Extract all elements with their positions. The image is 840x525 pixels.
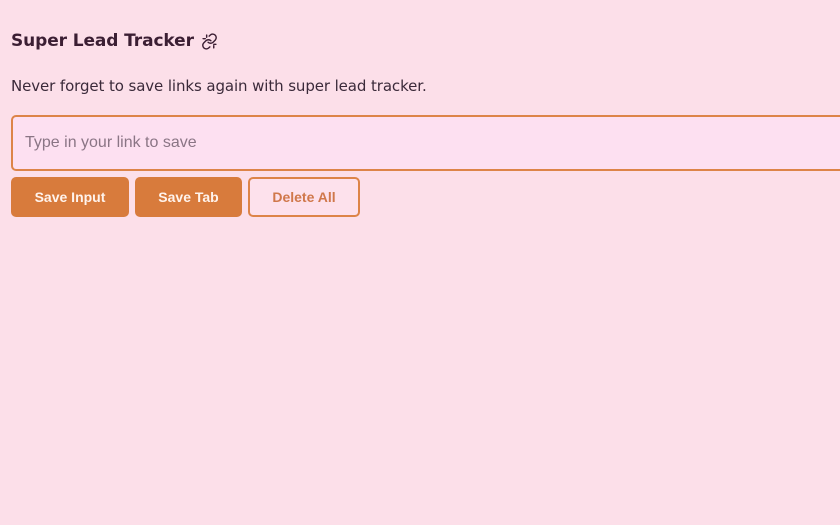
save-tab-button[interactable]: Save Tab <box>135 177 242 217</box>
link-icon <box>201 32 218 50</box>
delete-all-button[interactable]: Delete All <box>248 177 360 217</box>
title-row: Super Lead Tracker <box>11 31 218 51</box>
lead-tracker-app: Super Lead Tracker Never forget to save … <box>0 0 840 525</box>
page-subtitle: Never forget to save links again with su… <box>11 77 427 95</box>
page-title: Super Lead Tracker <box>11 31 194 51</box>
link-input[interactable] <box>11 115 840 171</box>
button-row: Save Input Save Tab Delete All <box>11 177 360 217</box>
save-input-button[interactable]: Save Input <box>11 177 129 217</box>
